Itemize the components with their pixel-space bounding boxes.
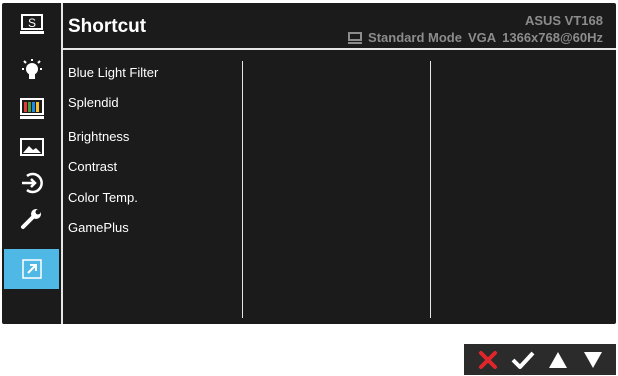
sidebar-divider [61,3,63,324]
list-item-color-temp[interactable]: Color Temp. [68,190,138,205]
shortcut-arrow-icon [21,259,42,279]
column-divider-2 [430,61,431,318]
sidebar-item-shortcut[interactable] [4,249,59,289]
current-mode: Standard Mode [368,30,462,45]
system-setup-wrench-icon [20,209,41,229]
sidebar-item-system-setup[interactable] [4,201,59,237]
sidebar-item-blue-light[interactable] [4,53,59,89]
status-line: Standard Mode VGA 1366x768@60Hz [348,30,603,45]
list-item-gameplus[interactable]: GamePlus [68,220,129,235]
resolution: 1366x768@60Hz [502,30,603,45]
down-arrow-icon [583,351,602,368]
confirm-check-icon [511,351,534,369]
sidebar: S [2,3,60,324]
color-bars-icon [19,98,44,119]
monitor-model: ASUS VT168 [524,13,603,28]
list-item-splendid[interactable]: Splendid [68,95,119,110]
page-title: Shortcut [68,16,147,37]
confirm-button[interactable] [509,346,537,374]
monitor-icon [348,31,363,44]
sidebar-item-input[interactable] [4,165,59,201]
column-divider-1 [242,61,243,318]
list-item-blue-light-filter[interactable]: Blue Light Filter [68,65,158,80]
close-button[interactable] [474,346,502,374]
osd-panel: S Shortcut ASUS VT168 Standard Mode VGA … [2,3,616,324]
list-item-brightness[interactable]: Brightness [68,129,129,144]
header-divider [63,48,616,50]
sidebar-item-splendid[interactable]: S [4,6,59,42]
image-icon [19,138,44,156]
down-button[interactable] [579,346,607,374]
sidebar-item-color[interactable] [4,91,59,127]
blue-light-icon [21,59,42,79]
list-item-contrast[interactable]: Contrast [68,159,117,174]
up-button[interactable] [544,346,572,374]
navigation-bar [464,344,616,375]
input-select-icon [21,172,43,194]
splendid-s-icon: S [19,14,44,34]
input-source: VGA [467,30,497,45]
sidebar-item-image[interactable] [4,129,59,165]
close-x-icon [478,350,497,369]
svg-text:S: S [27,16,35,30]
up-arrow-icon [548,351,567,368]
